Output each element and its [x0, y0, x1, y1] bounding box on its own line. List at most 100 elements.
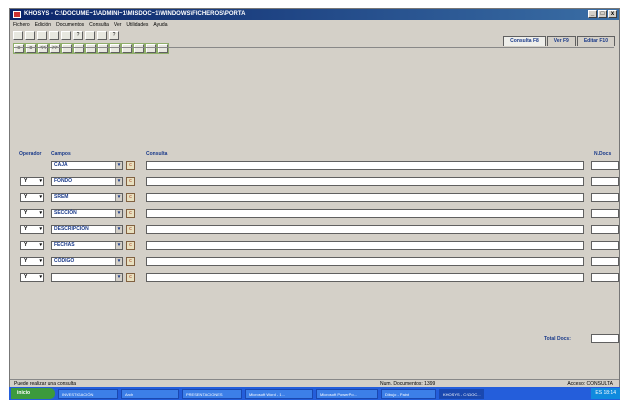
operator-select[interactable]: Y ▾ [20, 209, 44, 218]
help-button[interactable]: ? [109, 31, 119, 40]
menu-ayuda[interactable]: Ayuda [153, 21, 167, 29]
start-button[interactable]: inicio [11, 388, 55, 399]
chevron-down-icon: ▾ [115, 210, 122, 217]
app-window: KHOSYS - C:\DOCUME~1\ADMINI~1\MISDOC~1\W… [9, 8, 620, 400]
query-input[interactable] [146, 161, 584, 170]
menu-fichero[interactable]: Fichero [13, 21, 30, 29]
query-input[interactable] [146, 193, 584, 202]
query-input[interactable] [146, 257, 584, 266]
field-select[interactable]: FONDO ▾ [51, 177, 123, 186]
query-row: Y ▾ FONDO ▾ c [14, 177, 619, 187]
chevron-down-icon: ▾ [39, 194, 42, 200]
query-input[interactable] [146, 225, 584, 234]
chevron-down-icon: ▾ [39, 178, 42, 184]
toolbar-button[interactable] [85, 31, 95, 40]
menu-utilidades[interactable]: Utilidades [126, 21, 148, 29]
taskbar-item[interactable]: PRESENTACIONES [182, 388, 242, 399]
taskbar-item[interactable]: Microsoft PowerPo... [316, 388, 378, 399]
ndocs-field [591, 257, 619, 266]
query-input[interactable] [146, 209, 584, 218]
field-select[interactable]: ▾ [51, 273, 123, 282]
field-picker-button[interactable]: c [126, 241, 135, 250]
title-bar: KHOSYS - C:\DOCUME~1\ADMINI~1\MISDOC~1\W… [10, 9, 619, 20]
toolbar-button[interactable] [13, 31, 23, 40]
ndocs-field [591, 161, 619, 170]
chevron-down-icon: ▾ [39, 242, 42, 248]
operator-select[interactable]: Y ▾ [20, 241, 44, 250]
field-select[interactable]: CAJA ▾ [51, 161, 123, 170]
taskbar: inicio INVESTIGACIÓN Arch PRESENTACIONES… [9, 387, 620, 400]
query-row: Y ▾ SREM ▾ c [14, 193, 619, 203]
query-row: Y ▾ DESCRIPCIÓN ▾ c [14, 225, 619, 235]
chevron-down-icon: ▾ [39, 226, 42, 232]
operator-select[interactable]: Y ▾ [20, 273, 44, 282]
app-icon [13, 11, 21, 18]
menu-consulta[interactable]: Consulta [89, 21, 109, 29]
help-button[interactable]: ? [73, 31, 83, 40]
operator-select[interactable]: Y ▾ [20, 225, 44, 234]
field-select[interactable]: DESCRIPCIÓN ▾ [51, 225, 123, 234]
minimize-button[interactable]: _ [588, 10, 597, 18]
header-campos: Campos [51, 151, 71, 157]
toolbar-button[interactable] [25, 31, 35, 40]
chevron-down-icon: ▾ [39, 274, 42, 280]
query-row: CAJA ▾ c [14, 161, 619, 171]
ndocs-field [591, 241, 619, 250]
toolbar-button[interactable] [61, 31, 71, 40]
operator-select[interactable]: Y ▾ [20, 193, 44, 202]
query-row: Y ▾ ▾ c [14, 273, 619, 283]
chevron-down-icon: ▾ [115, 226, 122, 233]
toolbar-button[interactable] [97, 31, 107, 40]
menu-documentos[interactable]: Documentos [56, 21, 84, 29]
maximize-button[interactable]: □ [598, 10, 607, 18]
field-picker-button[interactable]: c [126, 225, 135, 234]
taskbar-item[interactable]: Arch [121, 388, 179, 399]
field-picker-button[interactable]: c [126, 209, 135, 218]
menu-edicion[interactable]: Edición [35, 21, 51, 29]
field-picker-button[interactable]: c [126, 273, 135, 282]
chevron-down-icon: ▾ [115, 274, 122, 281]
menu-ver[interactable]: Ver [114, 21, 122, 29]
operator-select[interactable]: Y ▾ [20, 177, 44, 186]
query-panel: Operador Campos Consulta N.Docs CAJA ▾ c … [14, 47, 619, 379]
query-input[interactable] [146, 273, 584, 282]
close-button[interactable]: x [608, 10, 617, 18]
chevron-down-icon: ▾ [115, 162, 122, 169]
field-picker-button[interactable]: c [126, 161, 135, 170]
system-tray: ES 18:14 [591, 388, 620, 399]
window-title: KHOSYS - C:\DOCUME~1\ADMINI~1\MISDOC~1\W… [24, 11, 246, 17]
ndocs-field [591, 273, 619, 282]
operator-select[interactable]: Y ▾ [20, 257, 44, 266]
field-picker-button[interactable]: c [126, 193, 135, 202]
main-toolbar: ? ? [13, 31, 119, 42]
field-picker-button[interactable]: c [126, 257, 135, 266]
tab-consulta[interactable]: Consulta F8 [503, 36, 546, 46]
tab-ver[interactable]: Ver F9 [546, 36, 576, 46]
chevron-down-icon: ▾ [115, 178, 122, 185]
header-ndocs: N.Docs [594, 151, 612, 157]
chevron-down-icon: ▾ [115, 194, 122, 201]
field-picker-button[interactable]: c [126, 177, 135, 186]
query-row: Y ▾ SECCIÓN ▾ c [14, 209, 619, 219]
field-select[interactable]: SECCIÓN ▾ [51, 209, 123, 218]
toolbar-button[interactable] [49, 31, 59, 40]
query-row: Y ▾ CÓDIGO ▾ c [14, 257, 619, 267]
taskbar-item[interactable]: Dibujo - Paint [381, 388, 436, 399]
query-input[interactable] [146, 241, 584, 250]
taskbar-item[interactable]: INVESTIGACIÓN [58, 388, 118, 399]
ndocs-field [591, 209, 619, 218]
field-select[interactable]: CÓDIGO ▾ [51, 257, 123, 266]
field-select[interactable]: SREM ▾ [51, 193, 123, 202]
taskbar-item[interactable]: Microsoft Word - 1... [245, 388, 313, 399]
total-docs-field [591, 334, 619, 343]
view-tabs: Consulta F8 Ver F9 Editar F10 [503, 36, 615, 46]
chevron-down-icon: ▾ [39, 258, 42, 264]
chevron-down-icon: ▾ [115, 242, 122, 249]
toolbar-button[interactable] [37, 31, 47, 40]
menu-bar: Fichero Edición Documentos Consulta Ver … [10, 21, 619, 29]
tab-editar[interactable]: Editar F10 [576, 36, 615, 46]
chevron-down-icon: ▾ [115, 258, 122, 265]
field-select[interactable]: FECHAS ▾ [51, 241, 123, 250]
taskbar-item[interactable]: KHOSYS - C:\DOC... [439, 388, 484, 399]
query-input[interactable] [146, 177, 584, 186]
